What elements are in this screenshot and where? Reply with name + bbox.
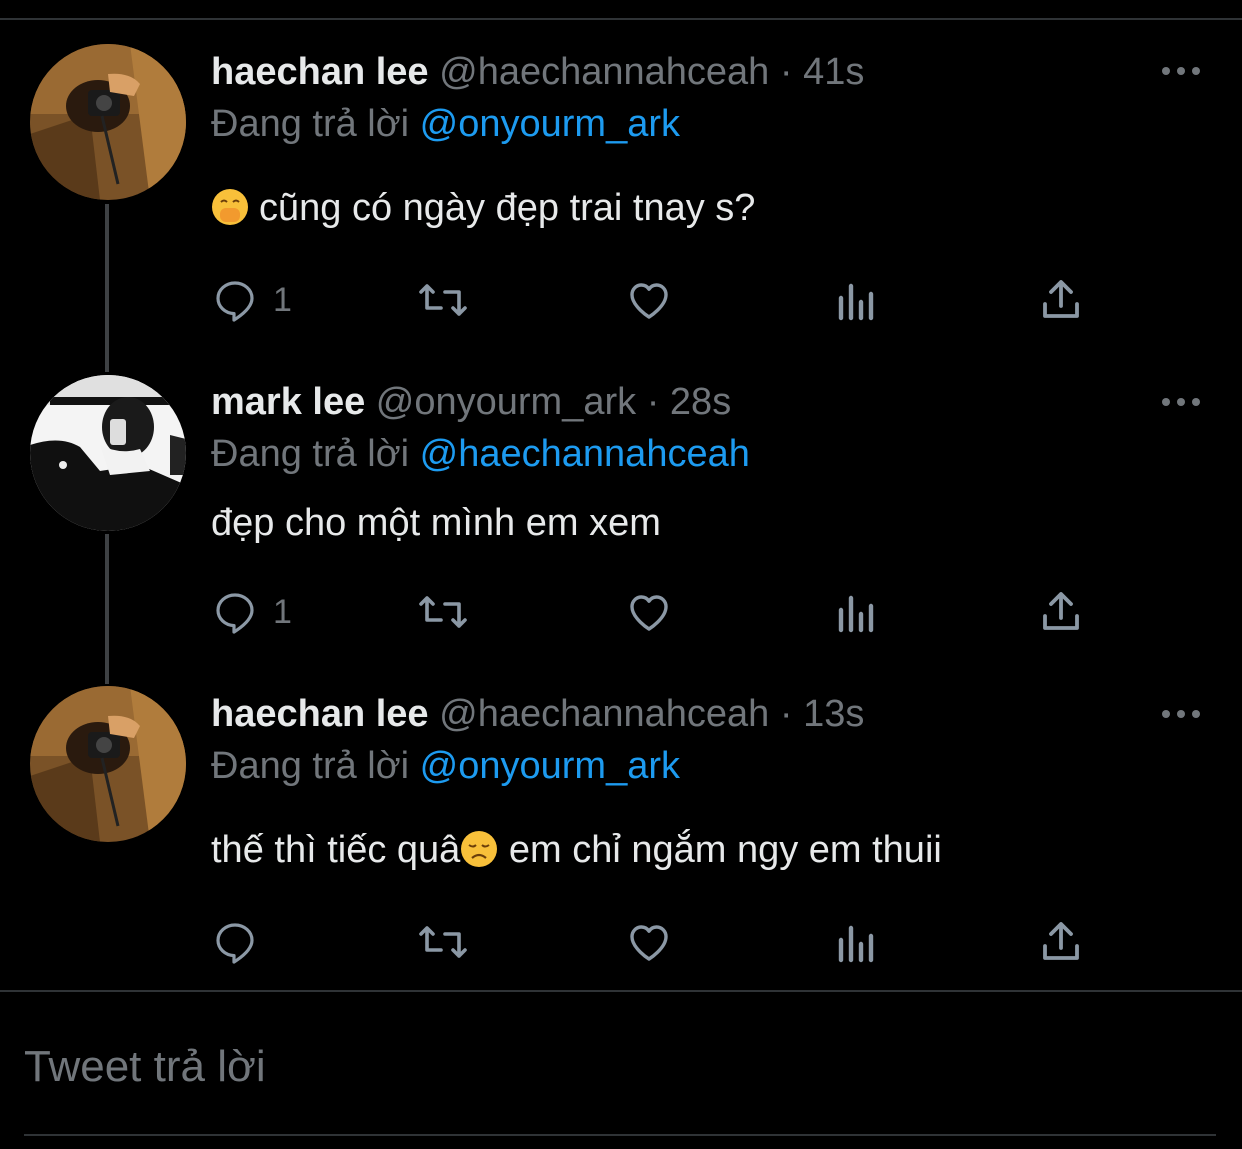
compose-divider bbox=[0, 990, 1242, 992]
mention-link[interactable]: @onyourm_ark bbox=[420, 745, 680, 787]
retweet-icon bbox=[419, 926, 467, 958]
tweet-text-content: đẹp cho một mình em xem bbox=[211, 502, 661, 544]
disappointed-face-icon bbox=[460, 830, 498, 868]
reply-icon bbox=[216, 923, 254, 964]
display-name[interactable]: haechan lee bbox=[211, 693, 429, 735]
share-icon bbox=[1043, 592, 1079, 630]
tweet-header: haechan lee @haechannahceah · 13s bbox=[211, 690, 864, 738]
share-button[interactable] bbox=[1039, 272, 1083, 328]
separator: · bbox=[779, 51, 793, 93]
share-icon bbox=[1043, 922, 1079, 960]
more-icon[interactable] bbox=[1156, 56, 1206, 86]
separator: · bbox=[779, 693, 793, 735]
replying-prefix: Đang trả lời bbox=[211, 103, 410, 145]
reply-button[interactable]: 1 bbox=[211, 584, 292, 640]
replying-prefix: Đang trả lời bbox=[211, 433, 410, 475]
separator: · bbox=[646, 381, 660, 423]
tweet-text: thế thì tiếc quâ em chỉ ngắm ngy em thui… bbox=[211, 826, 942, 874]
mention-link[interactable]: @onyourm_ark bbox=[420, 103, 680, 145]
retweet-icon bbox=[419, 284, 467, 316]
tweet-text: đẹp cho một mình em xem bbox=[211, 499, 661, 547]
share-icon bbox=[1043, 280, 1079, 318]
share-button[interactable] bbox=[1039, 584, 1083, 640]
display-name[interactable]: mark lee bbox=[211, 381, 365, 423]
tweet-header: haechan lee @haechannahceah · 41s bbox=[211, 48, 864, 96]
analytics-button[interactable] bbox=[835, 272, 879, 328]
share-button[interactable] bbox=[1039, 914, 1083, 970]
retweet-button[interactable] bbox=[415, 914, 471, 970]
like-button[interactable] bbox=[625, 914, 673, 970]
tweet-text: cũng có ngày đẹp trai tnay s? bbox=[211, 184, 755, 232]
face-with-hand-over-mouth-icon bbox=[211, 188, 249, 226]
reply-input[interactable]: Tweet trả lời bbox=[24, 1038, 1216, 1096]
retweet-button[interactable] bbox=[415, 584, 471, 640]
input-underline bbox=[24, 1134, 1216, 1136]
retweet-button[interactable] bbox=[415, 272, 471, 328]
analytics-icon bbox=[838, 283, 874, 321]
username[interactable]: @onyourm_ark bbox=[376, 381, 636, 423]
timestamp[interactable]: 28s bbox=[670, 381, 731, 423]
reply-icon bbox=[216, 593, 254, 634]
reply-icon bbox=[216, 281, 254, 322]
display-name[interactable]: haechan lee bbox=[211, 51, 429, 93]
tweet-actions: 1 bbox=[211, 272, 1111, 328]
analytics-button[interactable] bbox=[835, 584, 879, 640]
tweet-text-content: cũng có ngày đẹp trai tnay s? bbox=[259, 187, 756, 229]
like-button[interactable] bbox=[625, 584, 673, 640]
analytics-icon bbox=[838, 925, 874, 963]
replying-to: Đang trả lời @onyourm_ark bbox=[211, 100, 680, 148]
tweet-actions bbox=[211, 914, 1111, 970]
reply-button[interactable] bbox=[211, 914, 273, 970]
analytics-button[interactable] bbox=[835, 914, 879, 970]
like-button[interactable] bbox=[625, 272, 673, 328]
timestamp[interactable]: 41s bbox=[803, 51, 864, 93]
avatar[interactable] bbox=[30, 44, 186, 200]
tweet-header: mark lee @onyourm_ark · 28s bbox=[211, 378, 731, 426]
tweet-actions: 1 bbox=[211, 584, 1111, 640]
timestamp[interactable]: 13s bbox=[803, 693, 864, 735]
reply-count: 1 bbox=[273, 280, 292, 319]
replying-prefix: Đang trả lời bbox=[211, 745, 410, 787]
thread-connector bbox=[105, 534, 109, 684]
reply-button[interactable]: 1 bbox=[211, 272, 292, 328]
retweet-icon bbox=[419, 596, 467, 628]
username[interactable]: @haechannahceah bbox=[439, 51, 769, 93]
tweet[interactable]: haechan lee @haechannahceah · 41s Đang t… bbox=[0, 0, 1242, 340]
reply-placeholder: Tweet trả lời bbox=[24, 1042, 266, 1091]
more-icon[interactable] bbox=[1156, 699, 1206, 729]
tweet-text-before: thế thì tiếc quâ bbox=[211, 829, 461, 871]
analytics-icon bbox=[838, 595, 874, 633]
like-icon bbox=[630, 283, 668, 319]
replying-to: Đang trả lời @onyourm_ark bbox=[211, 742, 680, 790]
avatar[interactable] bbox=[30, 686, 186, 842]
like-icon bbox=[630, 925, 668, 961]
username[interactable]: @haechannahceah bbox=[439, 693, 769, 735]
like-icon bbox=[630, 595, 668, 631]
replying-to: Đang trả lời @haechannahceah bbox=[211, 430, 750, 478]
tweet-text-after: em chỉ ngắm ngy em thuii bbox=[498, 829, 942, 871]
reply-count: 1 bbox=[273, 592, 292, 631]
more-icon[interactable] bbox=[1156, 387, 1206, 417]
avatar[interactable] bbox=[30, 375, 186, 531]
mention-link[interactable]: @haechannahceah bbox=[420, 433, 750, 475]
